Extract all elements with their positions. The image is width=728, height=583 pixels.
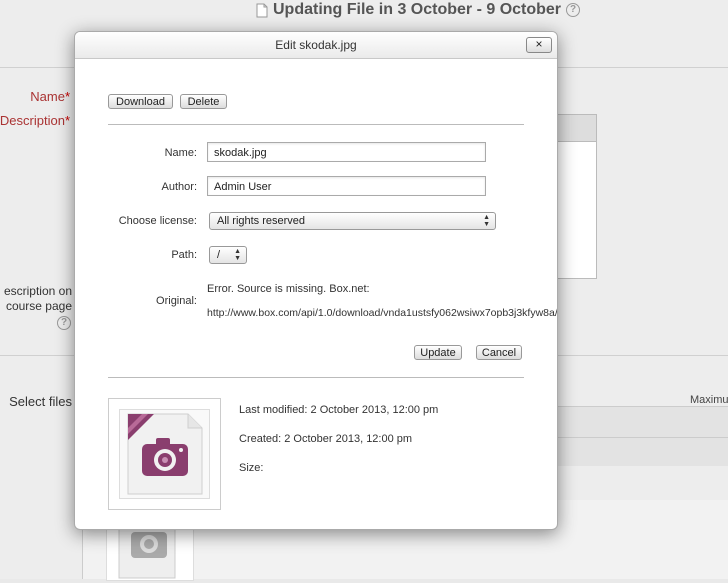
help-icon[interactable]: ? [57, 316, 71, 330]
show-description-label: escription on course page [3, 284, 72, 313]
image-file-icon [119, 409, 210, 499]
page-heading: Updating File in 3 October - 9 October ? [256, 0, 581, 20]
delete-button[interactable]: Delete [180, 94, 227, 109]
select-files-label: Select files [9, 394, 72, 409]
original-error-text: Error. Source is missing. Box.net: [207, 283, 370, 295]
size-text: Size: [239, 462, 264, 474]
name-field-label: Name: [164, 147, 197, 159]
path-field-label: Path: [171, 249, 197, 261]
author-field[interactable]: Admin User [207, 176, 486, 196]
name-field[interactable]: skodak.jpg [207, 142, 486, 162]
dialog-title: Edit skodak.jpg [275, 38, 357, 52]
download-button[interactable]: Download [108, 94, 173, 109]
original-field-label: Original: [156, 295, 197, 307]
divider [108, 124, 524, 125]
license-select[interactable]: All rights reserved ▲ ▼ [209, 212, 496, 230]
path-select[interactable]: / ▲ ▼ [209, 246, 247, 264]
select-arrows-icon: ▲ ▼ [234, 248, 241, 262]
original-source-url: http://www.box.com/api/1.0/download/vnda… [207, 307, 558, 319]
select-arrows-icon: ▲ ▼ [483, 214, 490, 228]
update-button[interactable]: Update [414, 345, 462, 360]
author-field-label: Author: [161, 181, 197, 193]
dialog-header: Edit skodak.jpg [75, 32, 557, 59]
maximum-size-label: Maximu [690, 394, 728, 406]
description-editor[interactable] [555, 114, 597, 279]
edit-file-dialog: Edit skodak.jpg × Download Delete Name: … [74, 31, 558, 530]
help-icon[interactable]: ? [566, 3, 581, 17]
file-icon [256, 3, 268, 18]
license-field-label: Choose license: [118, 215, 197, 227]
close-button[interactable]: × [526, 37, 552, 53]
filepicker-toolbar [540, 406, 728, 467]
divider [108, 377, 524, 378]
created-text: Created: 2 October 2013, 12:00 pm [239, 433, 413, 445]
description-label: Description* [0, 113, 70, 128]
page-title: Updating File in 3 October - 9 October [273, 1, 562, 18]
name-label: Name* [30, 89, 70, 104]
file-preview [108, 398, 221, 510]
last-modified-text: Last modified: 2 October 2013, 12:00 pm [239, 404, 439, 416]
cancel-button[interactable]: Cancel [476, 345, 522, 360]
